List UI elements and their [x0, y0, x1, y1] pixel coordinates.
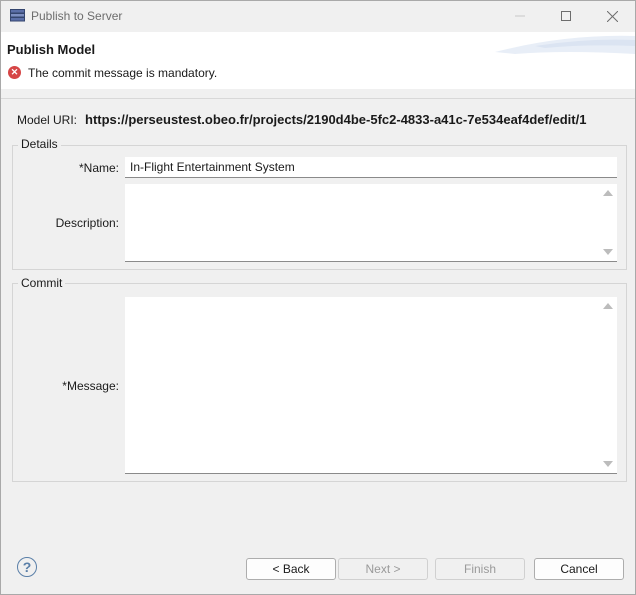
- description-scrollbar[interactable]: [600, 184, 617, 261]
- maximize-icon: [561, 11, 571, 21]
- help-icon[interactable]: ?: [17, 557, 37, 577]
- server-publish-icon: [10, 9, 25, 22]
- cancel-button[interactable]: Cancel: [534, 558, 624, 580]
- header-banner-graphic: [495, 35, 635, 54]
- scroll-down-icon[interactable]: [603, 461, 613, 467]
- title-bar[interactable]: Publish to Server: [1, 1, 635, 31]
- scroll-up-icon[interactable]: [603, 190, 613, 196]
- maximize-button[interactable]: [543, 1, 589, 31]
- minimize-icon: [515, 15, 525, 17]
- close-icon: [606, 10, 618, 22]
- description-textarea[interactable]: [125, 184, 617, 262]
- finish-button[interactable]: Finish: [435, 558, 525, 580]
- name-input[interactable]: [125, 157, 617, 178]
- close-button[interactable]: [589, 1, 635, 31]
- model-uri-value: https://perseustest.obeo.fr/projects/219…: [85, 112, 587, 127]
- header-divider: [1, 98, 635, 99]
- publish-dialog: Publish to Server Publish Model ✕ The co…: [0, 0, 636, 595]
- error-message: The commit message is mandatory.: [28, 66, 218, 80]
- wizard-header: Publish Model ✕ The commit message is ma…: [1, 32, 635, 89]
- minimize-button[interactable]: [497, 1, 543, 31]
- name-label: *Name:: [78, 161, 119, 175]
- details-legend: Details: [18, 137, 61, 151]
- back-button[interactable]: < Back: [246, 558, 336, 580]
- scroll-up-icon[interactable]: [603, 303, 613, 309]
- error-icon: ✕: [8, 66, 21, 79]
- scroll-down-icon[interactable]: [603, 249, 613, 255]
- message-label: *Message:: [62, 379, 119, 393]
- page-title: Publish Model: [7, 42, 96, 57]
- window-title: Publish to Server: [31, 9, 123, 23]
- model-uri-label: Model URI:: [17, 113, 78, 127]
- description-label: Description:: [55, 216, 119, 230]
- commit-legend: Commit: [18, 276, 66, 290]
- next-button[interactable]: Next >: [338, 558, 428, 580]
- message-textarea[interactable]: [125, 297, 617, 474]
- message-scrollbar[interactable]: [600, 297, 617, 473]
